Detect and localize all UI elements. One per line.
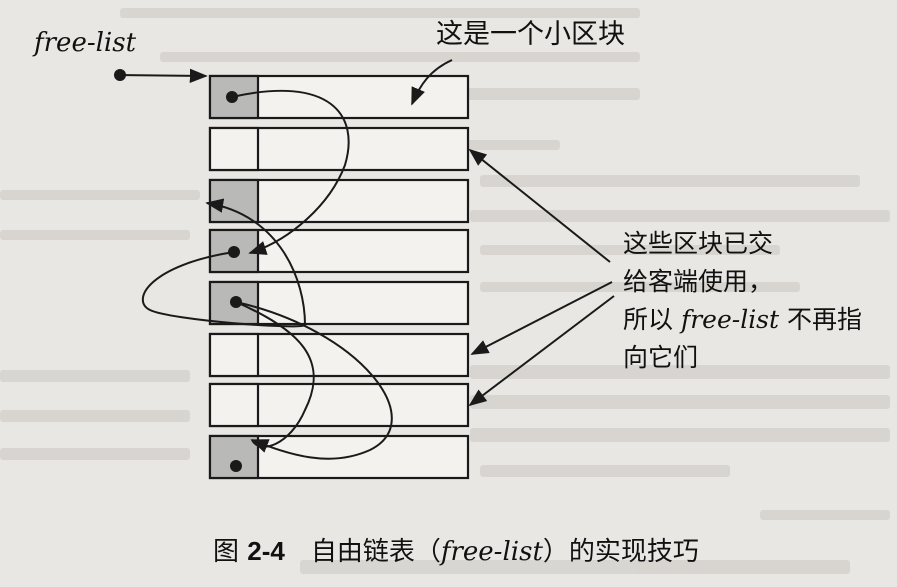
allocated-note-line1: 这些区块已交 — [623, 229, 774, 258]
caption-title-italic: free-list — [440, 537, 543, 567]
caption-title-after: ）的实现技巧 — [542, 537, 699, 567]
block-7 — [208, 382, 470, 428]
caption-prefix: 图 — [213, 537, 248, 567]
block-4 — [208, 228, 470, 274]
allocated-arrow-block-7 — [468, 295, 615, 407]
allocated-note-line2: 给客端使用， — [623, 267, 774, 296]
block-2 — [208, 126, 470, 172]
block-5 — [208, 280, 470, 326]
allocated-arrow-block-2 — [468, 148, 611, 263]
block-6 — [208, 332, 470, 378]
allocated-arrow-block-6 — [470, 281, 613, 355]
caption-title-before: 自由链表（ — [310, 537, 441, 567]
pointer-dot — [230, 460, 242, 472]
block-8 — [208, 434, 470, 480]
caption-number: 2-4 — [247, 536, 285, 566]
figure-caption: 图 2-4 自由链表（free-list）的实现技巧 — [213, 531, 699, 568]
allocated-note: 这些区块已交 给客端使用， 所以 free-list 不再指 向它们 — [623, 225, 862, 377]
block-3 — [208, 178, 470, 224]
allocated-note-line3: 所以 free-list 不再指 — [623, 305, 863, 334]
freelist-label: free-list — [34, 28, 137, 58]
allocated-note-line4: 向它们 — [623, 343, 699, 372]
small-block-note: 这是一个小区块 — [436, 19, 625, 50]
freelist-arrow — [119, 68, 208, 84]
